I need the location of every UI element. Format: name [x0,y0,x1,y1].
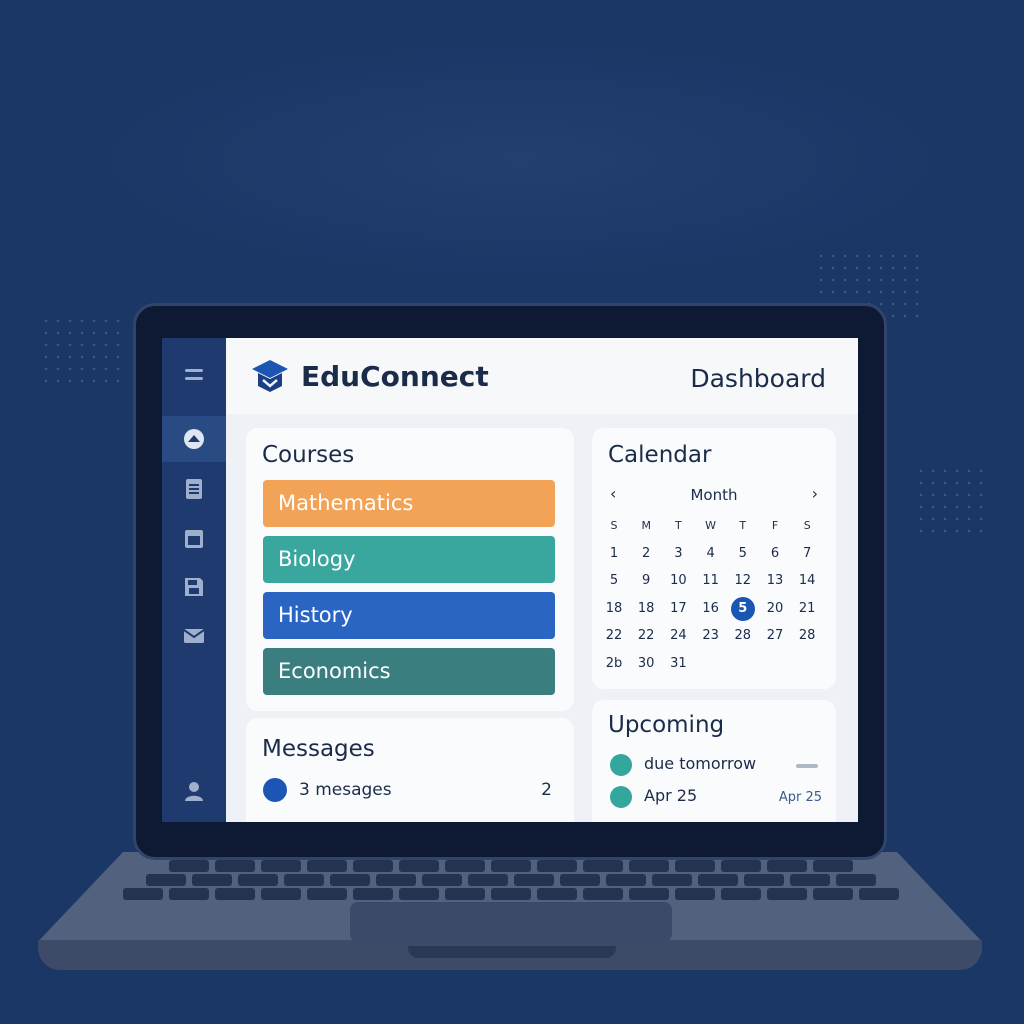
calendar-day[interactable]: 20 [763,597,787,621]
calendar-day[interactable]: 5 [730,596,755,621]
user-icon [185,782,203,801]
course-item-economics[interactable]: Economics [263,648,555,695]
background-dots [40,315,120,385]
keyboard-row [130,874,892,886]
sidebar-item-documents[interactable] [162,466,226,512]
calendar-day[interactable]: 14 [795,569,819,593]
trackpad [350,902,672,942]
course-item-biology[interactable]: Biology [263,536,555,583]
mail-icon [183,629,205,643]
graduation-cap-icon [252,360,288,392]
calendar-weekday: T [739,519,747,532]
sidebar-item-home[interactable] [162,416,226,462]
calendar-month-label[interactable]: Month [592,486,836,504]
upcoming-title: Upcoming [608,712,725,738]
calendar-icon [185,530,203,548]
calendar-title: Calendar [608,442,712,468]
background-dots [915,465,985,535]
calendar-day[interactable]: 18 [634,597,658,621]
page-title: Dashboard [690,364,826,393]
calendar-day[interactable]: 2b [602,652,626,676]
messages-title: Messages [262,736,375,762]
upcoming-item-label[interactable]: due tomorrow [644,754,756,773]
calendar-day[interactable]: 17 [666,597,690,621]
menu-icon [185,369,203,380]
sidebar-menu-button[interactable] [162,352,226,398]
calendar-day[interactable]: 10 [666,569,690,593]
save-icon [185,578,203,596]
header: EduConnect Dashboard [226,338,858,414]
messages-count: 2 [541,780,552,800]
keyboard [123,858,899,902]
keyboard-row [123,888,899,900]
calendar-weekday: W [705,519,717,532]
upcoming-item-dot [610,786,632,808]
calendar-day[interactable]: 4 [699,542,723,566]
upcoming-item-dot [610,754,632,776]
calendar-day[interactable]: 22 [602,624,626,648]
calendar-day[interactable]: 23 [699,624,723,648]
calendar-weekday: F [771,519,779,532]
document-icon [186,479,202,499]
calendar-card: Calendar ‹ Month › S M T W T F S 1 2 3 4 5 6 7 5 9 10 11 1… [592,428,836,689]
calendar-weekday: T [675,519,682,532]
calendar-day[interactable]: 28 [795,624,819,648]
course-item-history[interactable]: History [263,592,555,639]
sidebar-item-save[interactable] [162,564,226,610]
calendar-day[interactable]: 24 [666,624,690,648]
upcoming-card: Upcoming due tomorrow Apr 25 Apr 25 [592,700,836,822]
app-title: EduConnect [301,360,489,393]
calendar-day[interactable]: 6 [763,542,787,566]
app-window: EduConnect Dashboard Courses Mathematics… [162,338,858,822]
calendar-weekday: S [803,519,811,532]
messages-summary[interactable]: 3 mesages [299,780,392,800]
calendar-day[interactable]: 11 [699,569,723,593]
calendar-weekday: S [610,519,618,532]
upcoming-item-label[interactable]: Apr 25 [644,786,697,805]
messages-card: Messages 3 mesages 2 [246,718,574,822]
sidebar-item-messages[interactable] [162,613,226,659]
calendar-day[interactable]: 9 [634,569,658,593]
home-icon [184,429,204,449]
sidebar [162,338,226,822]
courses-title: Courses [262,442,355,468]
calendar-day[interactable]: 2 [634,542,658,566]
calendar-day[interactable]: 1 [602,542,626,566]
calendar-day[interactable]: 12 [731,569,755,593]
calendar-day[interactable]: 13 [763,569,787,593]
calendar-day[interactable]: 21 [795,597,819,621]
calendar-day[interactable]: 28 [731,624,755,648]
calendar-next-button[interactable]: › [812,484,818,503]
courses-card: Courses Mathematics Biology History Econ… [246,428,574,711]
calendar-day[interactable]: 31 [666,652,690,676]
sidebar-item-calendar[interactable] [162,516,226,562]
course-item-mathematics[interactable]: Mathematics [263,480,555,527]
upcoming-item-date: Apr 25 [778,790,822,805]
background-glow [90,40,950,280]
calendar-day[interactable]: 7 [795,542,819,566]
calendar-weekday: M [641,519,651,532]
calendar-day[interactable]: 18 [602,597,626,621]
keyboard-row [130,860,892,872]
message-indicator-dot [263,778,287,802]
calendar-day[interactable]: 3 [666,542,690,566]
upcoming-item-dash [796,764,818,768]
calendar-day[interactable]: 5 [731,542,755,566]
calendar-day[interactable]: 30 [634,652,658,676]
calendar-day[interactable]: 5 [602,569,626,593]
calendar-day[interactable]: 22 [634,624,658,648]
sidebar-item-profile[interactable] [162,768,226,814]
calendar-day[interactable]: 16 [699,597,723,621]
laptop-notch [408,946,616,958]
calendar-day[interactable]: 27 [763,624,787,648]
